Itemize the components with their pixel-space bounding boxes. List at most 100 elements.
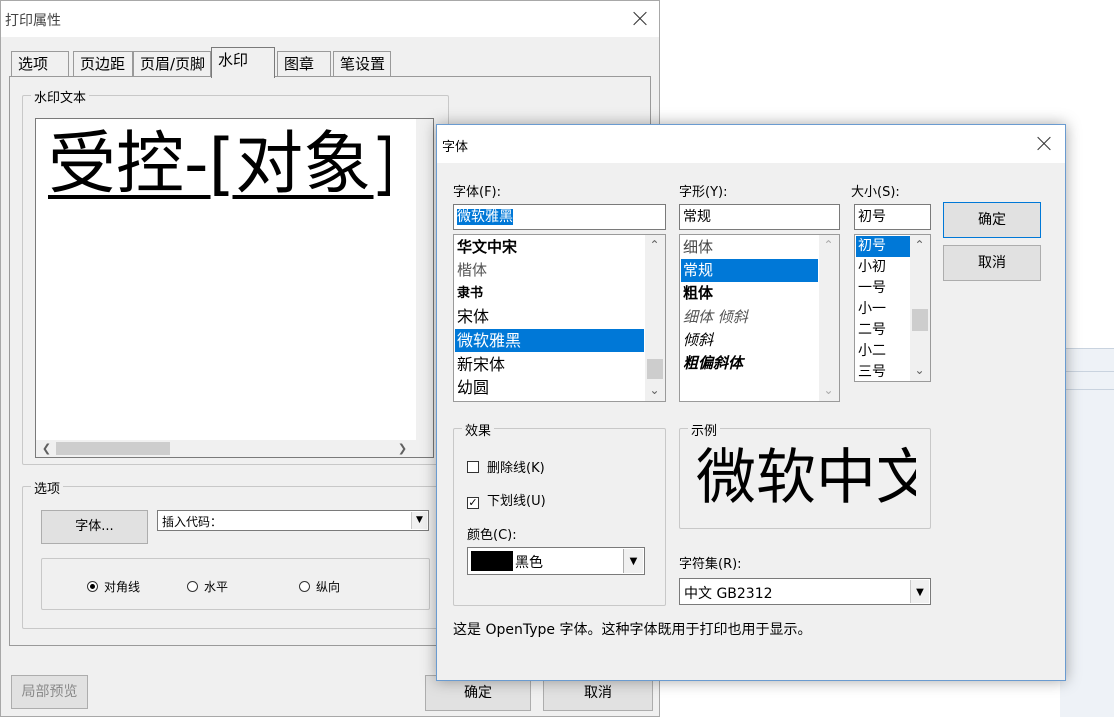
list-item[interactable]: 三号 xyxy=(856,362,910,381)
scroll-down-icon[interactable]: ⌄ xyxy=(646,382,663,399)
underline-checkbox[interactable]: ✓ 下划线(U) xyxy=(467,490,546,509)
list-item[interactable]: 幼圆 xyxy=(455,376,644,399)
font-size-input[interactable]: 初号 xyxy=(854,204,931,230)
charset-value: 中文 GB2312 xyxy=(684,586,773,602)
font-style-input[interactable]: 常规 xyxy=(679,204,840,230)
tab-header-footer[interactable]: 页眉/页脚 xyxy=(133,51,211,77)
checkbox-box xyxy=(467,461,479,473)
radio-dot xyxy=(187,581,198,592)
window-title: 打印属性 xyxy=(5,13,61,29)
font-info-text: 这是 OpenType 字体。这种字体既用于打印也用于显示。 xyxy=(453,622,812,638)
font-label: 字体(F): xyxy=(453,185,502,200)
font-cancel-button[interactable]: 取消 xyxy=(943,245,1041,281)
font-size-list[interactable]: 初号 小初 一号 小一 二号 小二 三号 ⌃ ⌄ xyxy=(854,234,931,382)
underline-label: 下划线(U) xyxy=(487,494,546,509)
font-size-value: 初号 xyxy=(858,209,886,225)
font-button[interactable]: 字体... xyxy=(41,510,148,544)
sample-text: 微软中文 xyxy=(696,443,916,513)
tab-options[interactable]: 选项 xyxy=(11,51,69,77)
font-list-scrollbar[interactable]: ⌃ ⌄ xyxy=(645,235,665,401)
close-icon[interactable] xyxy=(1037,137,1051,151)
scroll-right-icon[interactable]: ❯ xyxy=(394,440,411,457)
strikeout-checkbox[interactable]: 删除线(K) xyxy=(467,457,545,476)
tab-stamp[interactable]: 图章 xyxy=(277,51,331,77)
sample-group: 示例 微软中文 xyxy=(679,420,931,529)
tab-watermark[interactable]: 水印 xyxy=(211,47,275,78)
list-item[interactable]: 华文中宋 xyxy=(455,236,644,259)
font-dialog-title: 字体 xyxy=(442,140,469,155)
font-style-list[interactable]: 细体 常规 粗体 细体 倾斜 倾斜 粗偏斜体 ⌃ ⌄ xyxy=(679,234,840,402)
style-label: 字形(Y): xyxy=(679,185,728,200)
chevron-down-icon[interactable]: ▼ xyxy=(623,549,643,573)
color-label: 颜色(C): xyxy=(467,528,517,543)
list-item[interactable]: 新宋体 xyxy=(455,353,644,376)
scroll-up-icon[interactable]: ⌃ xyxy=(820,237,837,254)
scroll-thumb[interactable] xyxy=(912,309,928,331)
font-dialog: 字体 字体(F): 微软雅黑 华文中宋 楷体 隶书 宋体 微软雅黑 新宋体 幼圆… xyxy=(436,124,1066,681)
strikeout-label: 删除线(K) xyxy=(487,461,545,476)
scroll-down-icon[interactable]: ⌄ xyxy=(820,382,837,399)
list-item[interactable]: 细体 倾斜 xyxy=(681,306,818,329)
scroll-thumb[interactable] xyxy=(647,359,663,379)
font-style-value: 常规 xyxy=(683,209,711,225)
watermark-text-input[interactable]: 受控-[对象] ❮ ❯ xyxy=(35,118,434,458)
tab-pen-settings[interactable]: 笔设置 xyxy=(333,51,391,77)
horizontal-scrollbar[interactable]: ❮ ❯ xyxy=(36,440,433,457)
size-list-scrollbar[interactable]: ⌃ ⌄ xyxy=(910,235,930,381)
scroll-up-icon[interactable]: ⌃ xyxy=(646,237,663,254)
list-item[interactable]: 粗偏斜体 xyxy=(681,352,818,375)
list-item[interactable]: 宋体 xyxy=(455,305,644,328)
list-item[interactable]: 楷体 xyxy=(455,259,644,282)
scroll-left-icon[interactable]: ❮ xyxy=(38,440,55,457)
list-item[interactable]: 倾斜 xyxy=(681,329,818,352)
radio-diagonal-label: 对角线 xyxy=(104,580,141,594)
font-dialog-title-bar: 字体 xyxy=(437,125,1065,163)
list-item[interactable]: 二号 xyxy=(856,320,910,341)
list-item[interactable]: 细体 xyxy=(681,236,818,259)
list-item[interactable]: 小一 xyxy=(856,299,910,320)
background-window xyxy=(1060,348,1114,717)
style-list-scrollbar[interactable]: ⌃ ⌄ xyxy=(819,235,839,401)
effects-group: 效果 xyxy=(453,420,666,606)
radio-vertical-label: 纵向 xyxy=(316,580,341,594)
font-list[interactable]: 华文中宋 楷体 隶书 宋体 微软雅黑 新宋体 幼圆 ⌃ ⌄ xyxy=(453,234,666,402)
insert-code-select[interactable]: 插入代码： ▼ xyxy=(157,510,429,531)
scroll-thumb[interactable] xyxy=(56,442,170,455)
radio-horizontal[interactable]: 水平 xyxy=(187,578,228,595)
radio-horizontal-label: 水平 xyxy=(204,580,229,594)
list-item[interactable]: 粗体 xyxy=(681,282,818,305)
watermark-text-legend: 水印文本 xyxy=(31,87,90,106)
charset-select[interactable]: 中文 GB2312 ▼ xyxy=(679,578,931,605)
scroll-down-icon[interactable]: ⌄ xyxy=(911,362,928,379)
color-swatch xyxy=(471,551,513,571)
effects-legend: 效果 xyxy=(462,420,495,439)
size-label: 大小(S): xyxy=(851,185,900,200)
radio-dot xyxy=(299,581,310,592)
list-item[interactable]: 一号 xyxy=(856,278,910,299)
sample-legend: 示例 xyxy=(688,420,721,439)
tab-margins[interactable]: 页边距 xyxy=(73,51,133,77)
font-name-input[interactable]: 微软雅黑 xyxy=(453,204,666,230)
list-item-selected[interactable]: 初号 xyxy=(856,236,910,257)
chevron-down-icon[interactable]: ▼ xyxy=(411,512,427,529)
radio-vertical[interactable]: 纵向 xyxy=(299,578,340,595)
list-item[interactable]: 隶书 xyxy=(455,282,644,305)
font-name-value: 微软雅黑 xyxy=(457,209,513,225)
list-item[interactable]: 小初 xyxy=(856,257,910,278)
list-item-selected[interactable]: 微软雅黑 xyxy=(455,329,644,352)
chevron-down-icon[interactable]: ▼ xyxy=(910,580,929,603)
options-legend: 选项 xyxy=(31,478,64,497)
list-item[interactable]: 小二 xyxy=(856,341,910,362)
radio-diagonal[interactable]: 对角线 xyxy=(87,578,140,595)
color-select[interactable]: 黑色 ▼ xyxy=(467,547,645,575)
watermark-text-value: 受控-[对象] xyxy=(48,125,390,204)
list-item-selected[interactable]: 常规 xyxy=(681,259,818,282)
close-icon[interactable] xyxy=(633,12,647,26)
charset-label: 字符集(R): xyxy=(679,557,742,572)
color-value: 黑色 xyxy=(515,555,543,571)
local-preview-button[interactable]: 局部预览 xyxy=(11,675,88,709)
insert-code-value: 插入代码： xyxy=(162,515,223,529)
scroll-up-icon[interactable]: ⌃ xyxy=(911,237,928,254)
font-ok-button[interactable]: 确定 xyxy=(943,202,1041,238)
vertical-scrollbar[interactable] xyxy=(416,119,433,441)
